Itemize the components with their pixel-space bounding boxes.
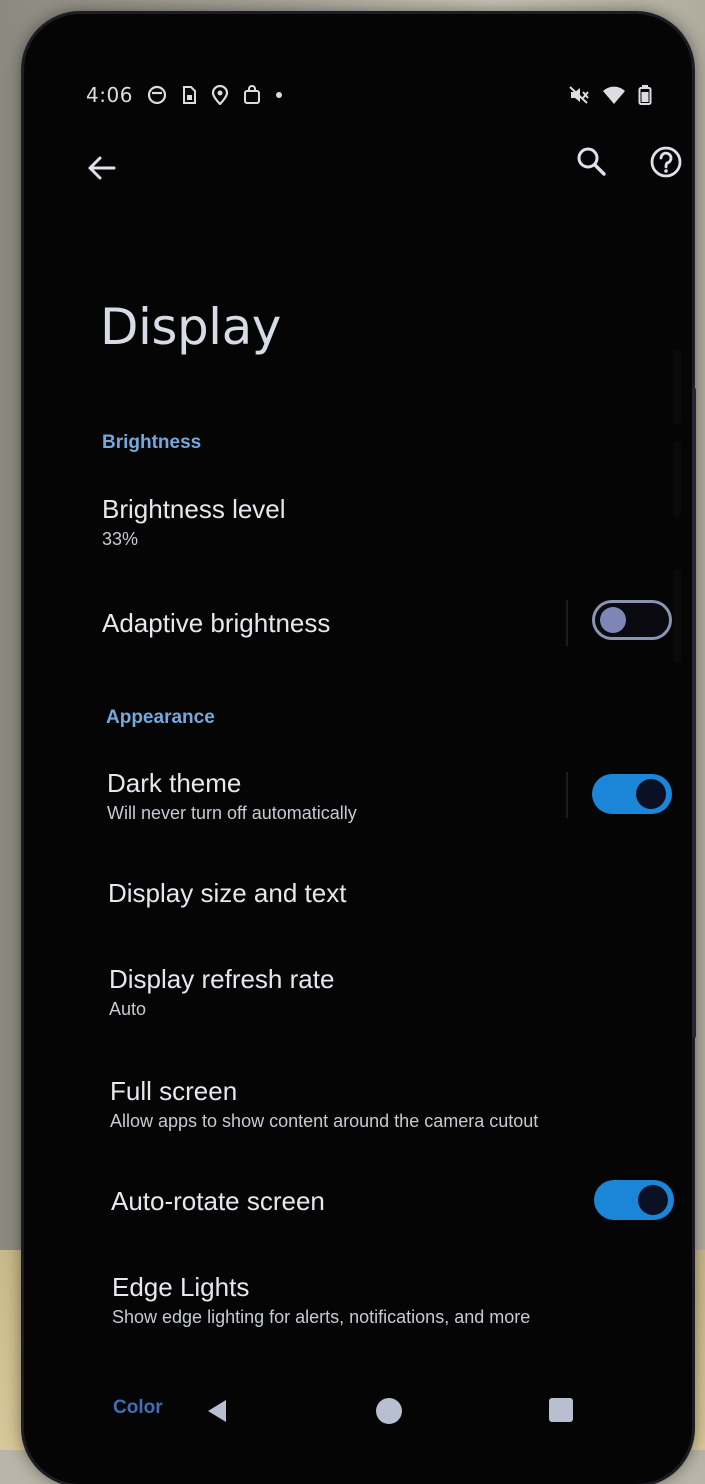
setting-title: Display refresh rate: [109, 964, 669, 995]
search-button[interactable]: [574, 144, 610, 180]
mute-icon: [568, 85, 590, 105]
media-icon: [147, 85, 167, 105]
back-button[interactable]: [84, 150, 120, 186]
dot-icon: [275, 91, 283, 99]
page-title: Display: [100, 298, 281, 356]
sim-icon: [181, 85, 197, 105]
setting-title: Dark theme: [107, 768, 667, 799]
toggle-knob: [600, 607, 626, 633]
setting-display-size-and-text[interactable]: Display size and text: [108, 878, 668, 909]
toggle-divider: [566, 772, 568, 818]
phone-frame: 4:06: [24, 14, 692, 1484]
setting-full-screen[interactable]: Full screen Allow apps to show content a…: [110, 1076, 680, 1132]
setting-adaptive-brightness[interactable]: Adaptive brightness: [102, 608, 662, 639]
setting-dark-theme[interactable]: Dark theme Will never turn off automatic…: [107, 768, 667, 824]
settings-screen: 4:06: [64, 54, 704, 1454]
section-header-brightness: Brightness: [102, 432, 201, 454]
adaptive-brightness-toggle[interactable]: [592, 600, 672, 640]
setting-summary: 33%: [102, 529, 662, 550]
status-left-icons: [147, 85, 283, 105]
bag-icon: [243, 85, 261, 105]
location-pin-icon: [211, 85, 229, 105]
dark-theme-toggle[interactable]: [592, 774, 672, 814]
setting-auto-rotate-screen[interactable]: Auto-rotate screen: [111, 1186, 671, 1217]
setting-summary: Will never turn off automatically: [107, 803, 667, 824]
battery-icon: [638, 84, 652, 106]
auto-rotate-toggle[interactable]: [594, 1180, 674, 1220]
setting-summary: Show edge lighting for alerts, notificat…: [112, 1307, 682, 1328]
toggle-knob: [636, 779, 666, 809]
section-header-appearance: Appearance: [106, 707, 215, 729]
setting-edge-lights[interactable]: Edge Lights Show edge lighting for alert…: [112, 1272, 682, 1328]
help-button[interactable]: [646, 142, 686, 182]
wifi-icon: [602, 85, 626, 105]
nav-home-button[interactable]: [376, 1398, 402, 1424]
toggle-knob: [638, 1185, 668, 1215]
app-bar: [64, 142, 684, 190]
setting-summary: Auto: [109, 999, 669, 1020]
setting-summary: Allow apps to show content around the ca…: [110, 1111, 680, 1132]
arrow-left-icon: [84, 171, 120, 190]
setting-title: Auto-rotate screen: [111, 1186, 671, 1217]
setting-display-refresh-rate[interactable]: Display refresh rate Auto: [109, 964, 669, 1020]
navigation-bar: [64, 1390, 704, 1440]
toggle-divider: [566, 600, 568, 646]
search-icon: [574, 165, 610, 184]
status-bar: 4:06: [86, 80, 686, 110]
status-right-icons: [568, 80, 652, 110]
setting-title: Display size and text: [108, 878, 668, 909]
nav-back-icon: [204, 1409, 230, 1428]
nav-back-button[interactable]: [204, 1398, 230, 1428]
help-icon: [646, 167, 686, 186]
setting-title: Adaptive brightness: [102, 608, 662, 639]
setting-title: Edge Lights: [112, 1272, 682, 1303]
scrollbar[interactable]: [692, 388, 696, 1038]
setting-brightness-level[interactable]: Brightness level 33%: [102, 494, 662, 550]
status-time: 4:06: [86, 83, 133, 107]
setting-title: Brightness level: [102, 494, 662, 525]
setting-title: Full screen: [110, 1076, 680, 1107]
nav-recents-button[interactable]: [549, 1398, 573, 1422]
